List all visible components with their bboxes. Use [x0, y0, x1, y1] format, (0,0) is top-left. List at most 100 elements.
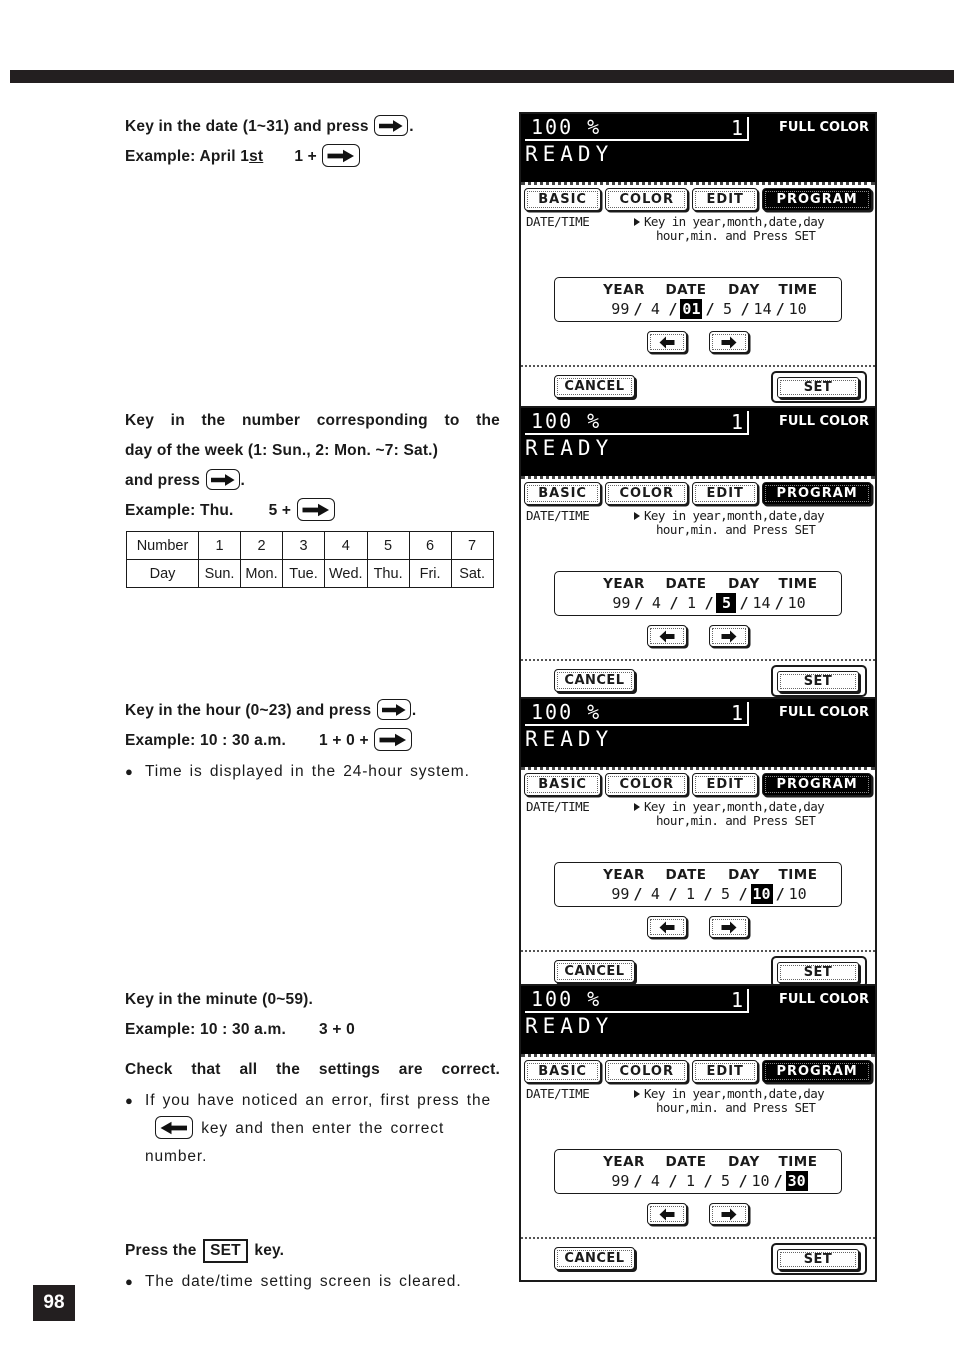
lcd-tab-bar: BASIC COLOR EDIT PROGRAM	[521, 1057, 875, 1083]
right-arrow-key-icon	[296, 498, 335, 521]
value-month[interactable]: 4	[645, 1172, 665, 1190]
tab-program[interactable]: PROGRAM	[762, 482, 872, 505]
lcd-footer: CANCEL SET	[521, 365, 875, 408]
tab-color[interactable]: COLOR	[605, 773, 689, 796]
value-date[interactable]: 1	[680, 1172, 700, 1190]
tab-program[interactable]: PROGRAM	[762, 188, 872, 211]
value-year[interactable]: 99	[611, 594, 631, 612]
value-hour[interactable]: 10	[750, 884, 773, 904]
cancel-button[interactable]: CANCEL	[554, 960, 635, 983]
table-cell: 1	[198, 531, 241, 560]
tab-edit[interactable]: EDIT	[692, 773, 759, 796]
value-hour[interactable]: 14	[753, 300, 773, 318]
bullet-item-24hour: ● Time is displayed in the 24-hour syste…	[125, 758, 500, 786]
tab-edit[interactable]: EDIT	[692, 1060, 759, 1083]
lcd-status-header: 100 % 1 FULL COLOR READY	[521, 114, 875, 182]
zoom-ratio: 100 %	[531, 700, 602, 724]
value-date[interactable]: 01	[680, 299, 703, 319]
set-button[interactable]: SET	[777, 1248, 859, 1270]
zoom-ratio: 100 %	[531, 409, 602, 433]
tab-basic[interactable]: BASIC	[524, 482, 602, 505]
tab-color[interactable]: COLOR	[605, 482, 689, 505]
bullet-text-line1: If you have noticed an error, first pres…	[145, 1092, 491, 1109]
lcd-message-row: DATE/TIME Key in year,month,date,day hou…	[521, 796, 875, 828]
triangle-pointer-icon	[634, 803, 640, 811]
cursor-left-button[interactable]	[647, 1203, 687, 1225]
cancel-button[interactable]: CANCEL	[554, 1247, 635, 1270]
datetime-value-frame: YEAR DATE DAY TIME 99/ 4/ 1/ 5/ 14/ 10	[554, 571, 842, 616]
cursor-right-button[interactable]	[709, 331, 749, 353]
value-date[interactable]: 1	[681, 594, 701, 612]
cancel-button[interactable]: CANCEL	[554, 375, 635, 398]
tab-color[interactable]: COLOR	[605, 188, 689, 211]
value-year[interactable]: 99	[610, 885, 630, 903]
value-minute[interactable]: 30	[785, 1171, 808, 1191]
value-year[interactable]: 99	[610, 1172, 630, 1190]
lcd-cursor-buttons	[521, 1203, 875, 1225]
copy-count: 1	[730, 410, 743, 434]
cursor-left-button[interactable]	[647, 625, 687, 647]
cursor-left-button[interactable]	[647, 916, 687, 938]
value-date[interactable]: 1	[680, 885, 700, 903]
value-hour[interactable]: 14	[752, 594, 772, 612]
cursor-right-button[interactable]	[709, 916, 749, 938]
value-month[interactable]: 4	[645, 885, 665, 903]
value-hour[interactable]: 10	[751, 1172, 771, 1190]
triangle-pointer-icon	[634, 1090, 640, 1098]
tab-basic[interactable]: BASIC	[524, 188, 602, 211]
cursor-right-button[interactable]	[709, 625, 749, 647]
tab-program[interactable]: PROGRAM	[762, 1060, 872, 1083]
lcd-body: BASIC COLOR EDIT PROGRAM DATE/TIME Key i…	[521, 767, 875, 950]
left-arrow-icon	[659, 1208, 675, 1220]
lcd-message-row: DATE/TIME Key in year,month,date,day hou…	[521, 1083, 875, 1115]
value-minute[interactable]: 10	[788, 300, 808, 318]
field-headers: YEAR DATE DAY TIME	[555, 572, 841, 592]
header-date: DATE	[665, 282, 707, 298]
tab-basic[interactable]: BASIC	[524, 1060, 602, 1083]
example-ordinal-suffix: st	[249, 148, 264, 165]
tab-edit[interactable]: EDIT	[692, 188, 759, 211]
value-minute[interactable]: 10	[788, 885, 808, 903]
table-cell: Thu.	[366, 559, 410, 588]
set-button[interactable]: SET	[777, 376, 859, 398]
value-day[interactable]: 5	[716, 593, 737, 613]
header-date: DATE	[665, 867, 707, 883]
row-label-day: Day	[126, 559, 199, 588]
tab-program[interactable]: PROGRAM	[762, 773, 872, 796]
set-button[interactable]: SET	[777, 961, 859, 983]
lcd-message-row: DATE/TIME Key in year,month,date,day hou…	[521, 505, 875, 537]
example-keys: 3 + 0	[319, 1021, 355, 1038]
value-month[interactable]: 4	[645, 300, 665, 318]
lcd-panel-minute: 100 % 1 FULL COLOR READY BASIC COLOR EDI…	[519, 984, 877, 1282]
zoom-ratio: 100 %	[531, 987, 602, 1011]
lcd-cursor-buttons	[521, 916, 875, 938]
example-keys: 1 +	[294, 148, 317, 165]
set-button-frame: SET	[771, 371, 867, 403]
cancel-button[interactable]: CANCEL	[554, 669, 635, 692]
zoom-ratio: 100 %	[531, 115, 602, 139]
value-month[interactable]: 4	[646, 594, 666, 612]
cursor-left-button[interactable]	[647, 331, 687, 353]
left-arrow-glyph	[160, 1121, 187, 1134]
bullet-item-screen-cleared: ● The date/time setting screen is cleare…	[125, 1268, 500, 1296]
instruction-block-day: Key in the number corresponding to the d…	[125, 406, 500, 526]
value-day[interactable]: 5	[715, 1172, 735, 1190]
tab-color[interactable]: COLOR	[605, 1060, 689, 1083]
instruction-heading-day-line4: Example: Thu. 5 +	[125, 496, 500, 526]
tab-edit[interactable]: EDIT	[692, 482, 759, 505]
value-minute[interactable]: 10	[787, 594, 807, 612]
lcd-status-header: 100 % 1 FULL COLOR READY	[521, 408, 875, 476]
lcd-panel-hour: 100 % 1 FULL COLOR READY BASIC COLOR EDI…	[519, 697, 877, 995]
field-values: 99/ 4/ 1/ 5/ 14/ 10	[611, 593, 807, 613]
value-year[interactable]: 99	[610, 300, 630, 318]
value-day[interactable]: 5	[718, 300, 738, 318]
cursor-right-button[interactable]	[709, 1203, 749, 1225]
table-cell: Fri.	[408, 559, 452, 588]
table-cell: 5	[366, 531, 410, 560]
value-day[interactable]: 5	[715, 885, 735, 903]
datetime-value-frame: YEAR DATE DAY TIME 99/ 4/ 01/ 5/ 14/ 10	[554, 277, 842, 322]
set-button[interactable]: SET	[777, 670, 859, 692]
instruction-heading-date-line2: Example: April 1st 1 +	[125, 142, 500, 172]
tab-basic[interactable]: BASIC	[524, 773, 602, 796]
table-cell: Mon.	[240, 559, 283, 588]
